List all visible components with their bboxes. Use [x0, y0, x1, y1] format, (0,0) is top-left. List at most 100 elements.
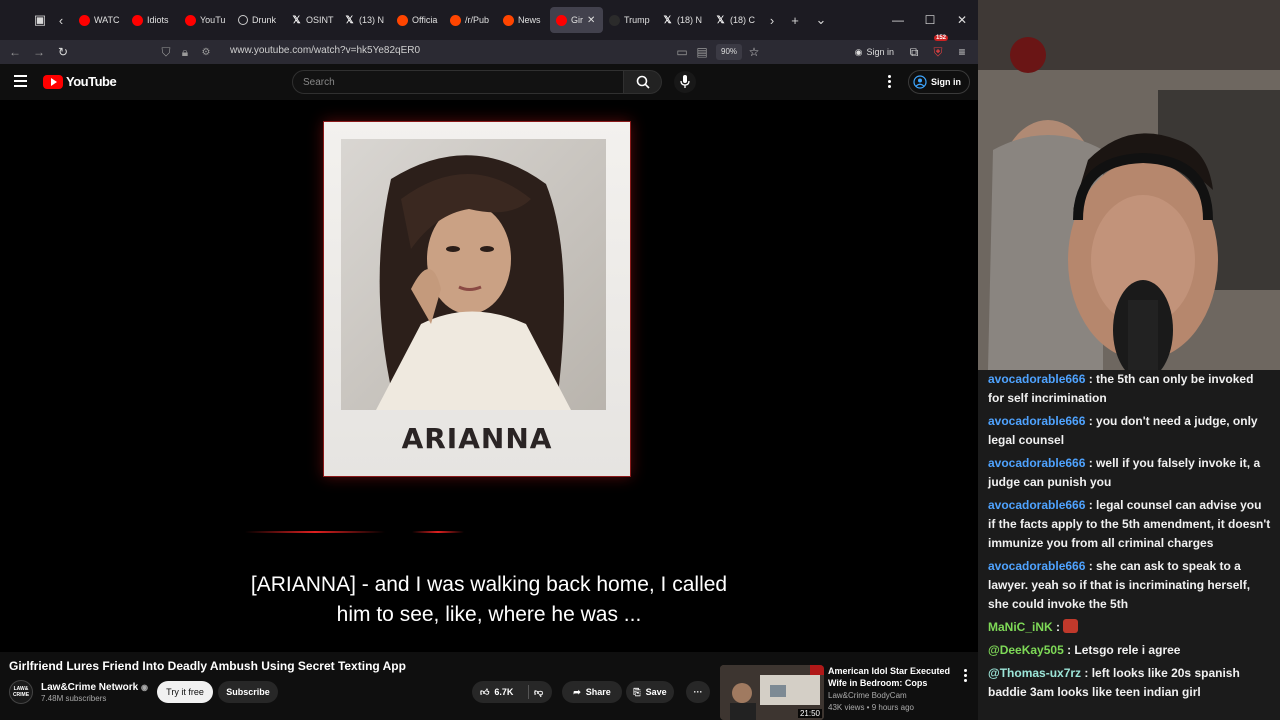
browser-tab[interactable]: Officia: [391, 7, 444, 33]
search-button[interactable]: [624, 70, 662, 94]
chat-username[interactable]: avocadorable666: [988, 456, 1085, 470]
chat-username[interactable]: avocadorable666: [988, 414, 1085, 428]
tab-label: Officia: [412, 15, 438, 25]
chat-username[interactable]: avocadorable666: [988, 559, 1085, 573]
devil-emote-icon: [1063, 619, 1079, 633]
channel-info[interactable]: LAW& CRIME Law&Crime Network ◉ 7.48M sub…: [9, 680, 148, 704]
browser-tab[interactable]: 𝕏 (13) N: [338, 7, 391, 33]
browser-tab[interactable]: 𝕏 (18) C: [709, 7, 762, 33]
chat-username[interactable]: avocadorable666: [988, 372, 1085, 386]
menu-icon[interactable]: ≡: [950, 40, 974, 64]
settings-kebab-icon[interactable]: [886, 75, 892, 89]
browser-tab[interactable]: News: [497, 7, 550, 33]
chat-message: avocadorable666 : legal counsel can advi…: [988, 496, 1272, 553]
permissions-icon[interactable]: ⚙: [194, 40, 218, 64]
chat-message: avocadorable666 : the 5th can only be in…: [988, 370, 1272, 408]
video-title: Girlfriend Lures Friend Into Deadly Ambu…: [9, 659, 406, 673]
tabs-scroll-left-icon[interactable]: ‹: [53, 7, 69, 33]
channel-avatar[interactable]: LAW& CRIME: [9, 680, 33, 704]
search-input[interactable]: [293, 71, 623, 93]
reload-icon[interactable]: ↻: [51, 40, 75, 64]
reader-view-icon[interactable]: ▤: [690, 40, 714, 64]
suggested-kebab-icon[interactable]: [964, 669, 968, 684]
chat-username[interactable]: avocadorable666: [988, 498, 1085, 512]
url-field[interactable]: www.youtube.com/watch?v=hk5Ye82qER0: [230, 45, 420, 56]
chat-message: avocadorable666 : well if you falsely in…: [988, 454, 1272, 492]
red-accent-line: [412, 531, 464, 533]
reddit-favicon-icon: [503, 14, 514, 26]
close-tab-icon[interactable]: ✕: [587, 15, 595, 26]
webcam-image: [978, 0, 1280, 370]
minimize-icon[interactable]: —: [882, 13, 914, 27]
video-player[interactable]: ARIANNA [ARIANNA] - and I was walking ba…: [0, 100, 978, 652]
chat-message: avocadorable666 : you don't need a judge…: [988, 412, 1272, 450]
channel-name-text: Law&Crime Network: [41, 681, 139, 693]
tabs-scroll-right-icon[interactable]: ›: [762, 7, 782, 33]
navigation-bar: ← → ↻ ⛉ 🔒︎ ⚙ www.youtube.com/watch?v=hk5…: [0, 35, 978, 64]
guide-menu-icon[interactable]: [14, 75, 27, 87]
tab-label: Idiots: [147, 15, 169, 25]
try-it-free-button[interactable]: Try it free: [157, 681, 213, 703]
channel-name[interactable]: Law&Crime Network ◉: [41, 682, 148, 693]
youtube-favicon-icon: [185, 14, 196, 26]
browser-tab[interactable]: Idiots: [126, 7, 179, 33]
close-window-icon[interactable]: ✕: [946, 13, 978, 27]
chat-username[interactable]: @DeeKay505: [988, 643, 1064, 657]
browser-tab[interactable]: Trump: [603, 7, 656, 33]
browser-tab[interactable]: /r/Pub: [444, 7, 497, 33]
subscriber-count: 7.48M subscribers: [41, 693, 107, 703]
browser-signin[interactable]: ◉ Sign in: [855, 47, 894, 58]
youtube-favicon-icon: [556, 14, 567, 26]
browser-tab[interactable]: YouTu: [179, 7, 232, 33]
back-icon[interactable]: ←: [3, 40, 27, 64]
account-icon: ◉: [854, 46, 863, 57]
save-playlist-icon: ⎘: [633, 686, 641, 697]
subscribe-button[interactable]: Subscribe: [218, 681, 278, 703]
video-caption: [ARIANNA] - and I was walking back home,…: [150, 570, 828, 630]
tab-list-icon[interactable]: ⌄: [808, 7, 834, 33]
new-tab-icon[interactable]: +: [782, 7, 808, 33]
chat-username[interactable]: @Thomas-ux7rz: [988, 666, 1081, 680]
divider: [528, 685, 529, 699]
youtube-logo[interactable]: YouTube: [43, 74, 117, 89]
tab-label: (13) N: [359, 15, 385, 25]
suggested-thumbnail[interactable]: 21:50: [720, 665, 824, 720]
forward-icon[interactable]: →: [27, 40, 51, 64]
thumbs-down-icon[interactable]: 👎︎: [534, 687, 543, 698]
suggested-video[interactable]: 21:50 American Idol Star Executed Wife i…: [720, 665, 978, 720]
tab-label: OSINT: [306, 15, 334, 25]
share-button[interactable]: ➦ Share: [562, 681, 622, 703]
polaroid-name-label: ARIANNA: [401, 422, 553, 455]
chat-username[interactable]: MaNiC_iNK: [988, 620, 1053, 634]
save-button[interactable]: ⎘ Save: [626, 681, 674, 703]
more-actions-icon[interactable]: ···: [686, 681, 710, 703]
browser-tab[interactable]: 𝕏 (18) N: [656, 7, 709, 33]
tab-overview-icon[interactable]: ▣: [27, 7, 53, 33]
x-favicon-icon: 𝕏: [663, 14, 672, 26]
chat-message: MaNiC_iNK :: [988, 618, 1272, 637]
maximize-icon[interactable]: ☐: [914, 13, 946, 27]
suggested-channel[interactable]: Law&Crime BodyCam: [828, 691, 907, 700]
portrait-image: [341, 139, 606, 410]
x-favicon-icon: 𝕏: [716, 14, 725, 26]
reddit-favicon-icon: [397, 14, 408, 26]
suggested-meta: 43K views • 9 hours ago: [828, 703, 914, 712]
browser-tab[interactable]: Drunk: [232, 7, 285, 33]
chat-message: @Thomas-ux7rz : left looks like 20s span…: [988, 664, 1272, 702]
bookmark-star-icon[interactable]: ☆: [742, 40, 766, 64]
ublock-icon[interactable]: ⛨ 152: [926, 35, 950, 64]
chat-message: @DeeKay505 : Letsgo rele i agree: [988, 641, 1272, 660]
microphone-icon: [680, 75, 690, 88]
video-duration: 21:50: [797, 709, 822, 718]
browser-tab[interactable]: 𝕏 OSINT: [285, 7, 338, 33]
browser-tab[interactable]: WATC: [73, 7, 126, 33]
zoom-level[interactable]: 90%: [716, 44, 743, 60]
tab-label: (18) C: [730, 15, 756, 25]
suggested-title[interactable]: American Idol Star Executed Wife in Bedr…: [828, 665, 954, 689]
thumbs-up-icon[interactable]: 👍︎: [480, 687, 489, 698]
browser-tab[interactable]: Gir ✕: [550, 7, 603, 33]
like-count[interactable]: 6.7K: [494, 687, 513, 697]
youtube-signin-button[interactable]: Sign in: [908, 70, 970, 94]
voice-search-button[interactable]: [674, 71, 696, 93]
extensions-icon[interactable]: ⧉: [902, 40, 926, 64]
